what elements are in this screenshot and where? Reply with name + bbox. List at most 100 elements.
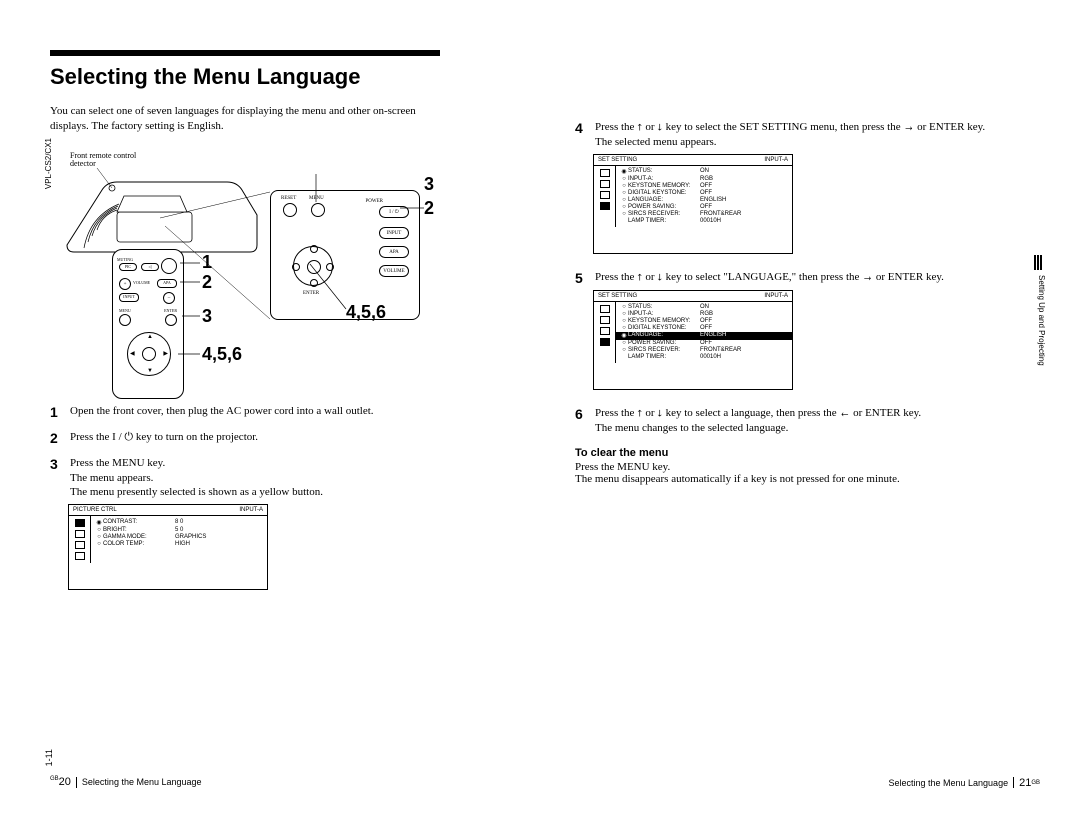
arrow-left-icon — [839, 406, 850, 421]
power-label: POWER — [366, 199, 384, 204]
power-button-icon: I / ⏻ — [379, 206, 409, 218]
dpad-panel-icon — [293, 246, 333, 286]
footer-text: Selecting the Menu Language — [76, 777, 202, 788]
input-remote-icon: INPUT — [119, 293, 139, 302]
vol-minus-icon: – — [163, 292, 175, 304]
menu-remote-icon — [119, 314, 131, 326]
clear-menu-line2: The menu disappears automatically if a k… — [575, 473, 1040, 485]
page-number: 20 — [59, 776, 71, 788]
page-number: 21 — [1019, 777, 1031, 789]
remote-illustration: MUTING PIC ◁ + VOLUME APA INPUT – MENU E… — [112, 249, 184, 399]
step-body: Press the or key to select "LANGUAGE," t… — [595, 270, 1040, 286]
menu-label-remote: MENU — [119, 308, 131, 313]
osd-title: SET SETTING — [598, 293, 637, 299]
step-text: key to select the SET SETTING menu, then… — [663, 121, 904, 133]
arrow-down-icon — [657, 120, 663, 135]
power-remote-icon — [161, 258, 177, 274]
section-tab-icon — [1034, 255, 1044, 270]
osd-row: LAMP TIMER:00010H — [616, 354, 792, 361]
enter-remote-icon — [165, 314, 177, 326]
footer-left: GB20 Selecting the Menu Language — [50, 776, 202, 788]
osd-row: ○SIRCS RECEIVER:FRONT&REAR — [616, 211, 792, 218]
step-text: The menu appears. — [70, 472, 153, 484]
osd-row: ◉CONTRAST:8 0 — [91, 518, 267, 526]
step-5: 5 Press the or key to select "LANGUAGE,"… — [575, 270, 1040, 286]
reset-button-icon — [283, 203, 297, 217]
step-body: Press the I / key to turn on the project… — [70, 430, 515, 446]
step-number: 2 — [50, 430, 64, 446]
osd-row: ○KEYSTONE MEMORY:OFF — [616, 318, 792, 325]
callout-panel-456: 4,5,6 — [346, 302, 386, 323]
osd-row: ○POWER SAVING:OFF — [616, 340, 792, 347]
step-number: 5 — [575, 270, 589, 286]
step-3: 3 Press the MENU key. The menu appears. … — [50, 456, 515, 501]
osd-row: ○KEYSTONE MEMORY:OFF — [616, 183, 792, 190]
title-rule — [50, 50, 440, 56]
callout-remote-2: 2 — [202, 272, 212, 293]
osd-icon-column — [69, 516, 91, 563]
step-number: 6 — [575, 406, 589, 436]
arrow-down-icon — [657, 270, 663, 285]
step-text: The selected menu appears. — [595, 136, 717, 148]
osd-title: SET SETTING — [598, 157, 637, 163]
intro-text: You can select one of seven languages fo… — [50, 104, 440, 134]
audio-mute-icon: ◁ — [141, 263, 159, 271]
step-2: 2 Press the I / key to turn on the proje… — [50, 430, 515, 446]
section-tab-label: Setting Up and Projecting — [1037, 275, 1046, 366]
input-button-icon: INPUT — [379, 227, 409, 239]
step-1: 1 Open the front cover, then plug the AC… — [50, 404, 515, 420]
callout-panel-2: 2 — [424, 198, 434, 219]
osd-row: ○DIGITAL KEYSTONE:OFF — [616, 325, 792, 332]
step-text: or ENTER key. — [850, 407, 921, 419]
control-panel-illustration: RESET MENU POWER I / ⏻ INPUT APA VOLUME … — [270, 190, 420, 320]
step-text: Press the — [595, 121, 637, 133]
apa-button-icon: APA — [379, 246, 409, 258]
arrow-down-icon — [657, 406, 663, 421]
step-text: key to select a language, then press the — [663, 407, 840, 419]
page-sup: GB — [50, 776, 59, 782]
osd-row: ○STATUS:ON — [616, 304, 792, 311]
osd-row: ○GAMMA MODE:GRAPHICS — [91, 533, 267, 540]
step-text: The menu presently selected is shown as … — [70, 486, 323, 498]
step-text: or ENTER key. — [873, 271, 944, 283]
page-right: Setting Up and Projecting 4 Press the or… — [575, 50, 1040, 788]
menu-button-panel-icon — [311, 203, 325, 217]
enter-label: ENTER — [303, 291, 319, 296]
step-text: or ENTER key. — [914, 121, 985, 133]
menu-label: MENU — [309, 196, 324, 201]
arrow-up-icon — [637, 270, 643, 285]
step-4: 4 Press the or key to select the SET SET… — [575, 120, 1040, 150]
osd-row: ◉LANGUAGE:ENGLISH — [616, 332, 792, 340]
osd-row: ○INPUT-A:RGB — [616, 176, 792, 183]
osd-set-setting-2: SET SETTING INPUT-A ○STATUS:ON○INPUT-A:R… — [593, 290, 793, 390]
callout-remote-1: 1 — [202, 252, 212, 273]
power-icon — [124, 431, 133, 443]
volume-label-remote: VOLUME — [133, 280, 150, 285]
osd-icon-column — [594, 166, 616, 227]
apa-remote-icon: APA — [157, 279, 177, 288]
manual-spread: VPL-CS2/CX1 1-11 Selecting the Menu Lang… — [0, 0, 1080, 828]
osd-picture-ctrl: PICTURE CTRL INPUT-A ◉CONTRAST:8 0○BRIGH… — [68, 504, 268, 590]
muting-label: MUTING — [117, 257, 133, 262]
remote-projector-diagram: Front remote control detector — [50, 144, 430, 394]
osd-row: ○POWER SAVING:OFF — [616, 204, 792, 211]
step-number: 3 — [50, 456, 64, 501]
osd-input: INPUT-A — [764, 157, 788, 163]
osd-input: INPUT-A — [239, 507, 263, 513]
osd-row: ○BRIGHT:5 0 — [91, 526, 267, 533]
reset-label: RESET — [281, 196, 296, 201]
step-text: Press the — [70, 431, 112, 443]
step-text: Press the MENU key. — [70, 457, 165, 469]
internal-page-vertical: 1-11 — [44, 749, 54, 766]
page-left: VPL-CS2/CX1 1-11 Selecting the Menu Lang… — [50, 50, 515, 788]
dpad-remote-icon: ▲ ▼ ◀ ▶ — [127, 332, 171, 376]
footer-text: Selecting the Menu Language — [888, 778, 1008, 788]
osd-icon-column — [594, 302, 616, 363]
page-sup: GB — [1031, 780, 1040, 786]
enter-label-remote: ENTER — [164, 308, 177, 313]
step-number: 1 — [50, 404, 64, 420]
callout-remote-3: 3 — [202, 306, 212, 327]
arrow-up-icon — [637, 120, 643, 135]
step-text: The menu changes to the selected languag… — [595, 422, 788, 434]
step-text: key to select "LANGUAGE," then press the — [663, 271, 862, 283]
